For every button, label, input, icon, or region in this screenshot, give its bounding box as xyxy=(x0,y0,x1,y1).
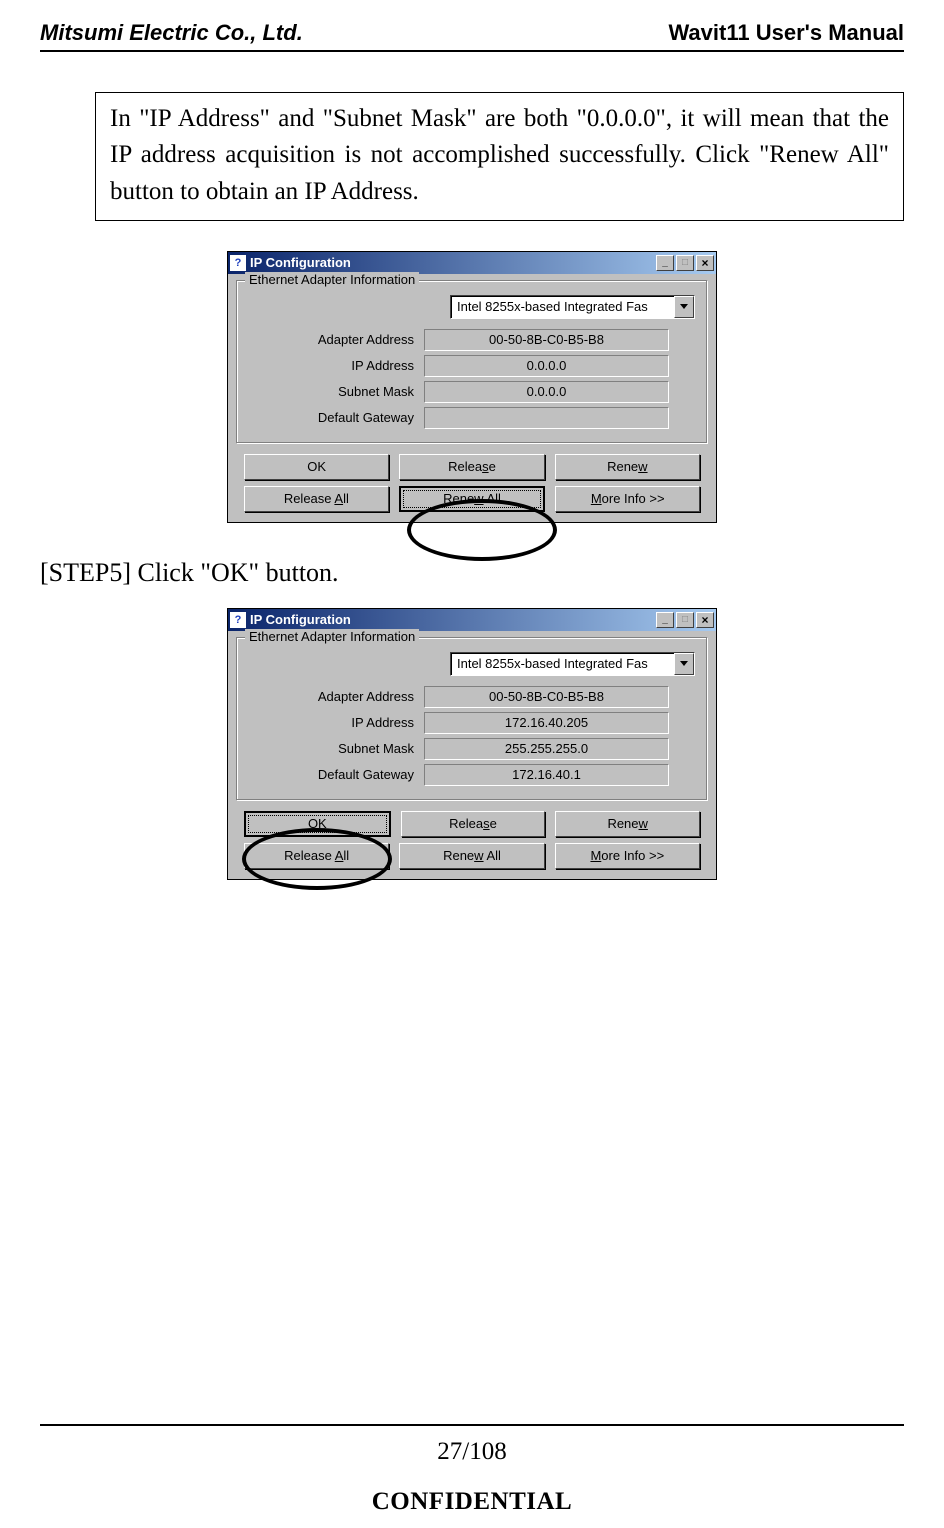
ip-config-dialog-2: IP Configuration _ □ × Ethernet Adapter … xyxy=(227,608,717,880)
release-all-button[interactable]: Release All xyxy=(244,486,389,512)
release-button[interactable]: Release xyxy=(401,811,546,837)
step5-text: [STEP5] Click "OK" button. xyxy=(40,558,904,588)
value-ip-address: 172.16.40.205 xyxy=(424,712,669,734)
adapter-info-group: Ethernet Adapter Information Intel 8255x… xyxy=(236,280,708,444)
app-icon xyxy=(230,612,246,628)
page-number: 27/108 xyxy=(0,1438,944,1466)
renew-button[interactable]: Renew xyxy=(555,454,700,480)
more-info-button[interactable]: More Info >> xyxy=(555,843,700,869)
release-button[interactable]: Release xyxy=(399,454,544,480)
value-default-gateway: 172.16.40.1 xyxy=(424,764,669,786)
warning-block: In "IP Address" and "Subnet Mask" are bo… xyxy=(40,92,904,221)
value-adapter-address: 00-50-8B-C0-B5-B8 xyxy=(424,686,669,708)
ok-button[interactable]: OK xyxy=(244,454,389,480)
value-subnet-mask: 255.255.255.0 xyxy=(424,738,669,760)
minimize-button[interactable]: _ xyxy=(656,255,674,271)
close-button[interactable]: × xyxy=(696,255,714,271)
renew-button[interactable]: Renew xyxy=(555,811,700,837)
label-subnet-mask: Subnet Mask xyxy=(249,741,424,756)
app-icon xyxy=(230,255,246,271)
header-company: Mitsumi Electric Co., Ltd. xyxy=(40,20,303,46)
label-ip-address: IP Address xyxy=(249,358,424,373)
titlebar: IP Configuration _ □ × xyxy=(228,609,716,631)
warning-text: In "IP Address" and "Subnet Mask" are bo… xyxy=(95,92,904,221)
label-subnet-mask: Subnet Mask xyxy=(249,384,424,399)
value-default-gateway xyxy=(424,407,669,429)
page-header: Mitsumi Electric Co., Ltd. Wavit11 User'… xyxy=(40,20,904,52)
group-legend: Ethernet Adapter Information xyxy=(245,629,419,644)
chevron-down-icon[interactable] xyxy=(674,296,694,318)
screenshot-2: IP Configuration _ □ × Ethernet Adapter … xyxy=(40,608,904,880)
renew-all-button[interactable]: Renew All xyxy=(399,486,546,512)
ip-config-dialog-1: IP Configuration _ □ × Ethernet Adapter … xyxy=(227,251,717,523)
adapter-select-value: Intel 8255x-based Integrated Fas xyxy=(451,656,674,671)
ok-button[interactable]: OK xyxy=(244,811,391,837)
adapter-select[interactable]: Intel 8255x-based Integrated Fas xyxy=(450,295,695,319)
screenshot-1: IP Configuration _ □ × Ethernet Adapter … xyxy=(40,251,904,523)
more-info-button[interactable]: More Info >> xyxy=(555,486,700,512)
value-adapter-address: 00-50-8B-C0-B5-B8 xyxy=(424,329,669,351)
minimize-button[interactable]: _ xyxy=(656,612,674,628)
header-manual: Wavit11 User's Manual xyxy=(668,20,904,46)
close-button[interactable]: × xyxy=(696,612,714,628)
value-subnet-mask: 0.0.0.0 xyxy=(424,381,669,403)
titlebar: IP Configuration _ □ × xyxy=(228,252,716,274)
release-all-button[interactable]: Release All xyxy=(244,843,389,869)
label-default-gateway: Default Gateway xyxy=(249,410,424,425)
adapter-select[interactable]: Intel 8255x-based Integrated Fas xyxy=(450,652,695,676)
value-ip-address: 0.0.0.0 xyxy=(424,355,669,377)
label-default-gateway: Default Gateway xyxy=(249,767,424,782)
confidential-label: CONFIDENTIAL xyxy=(0,1488,944,1516)
group-legend: Ethernet Adapter Information xyxy=(245,272,419,287)
chevron-down-icon[interactable] xyxy=(674,653,694,675)
adapter-select-value: Intel 8255x-based Integrated Fas xyxy=(451,299,674,314)
adapter-info-group: Ethernet Adapter Information Intel 8255x… xyxy=(236,637,708,801)
page-footer: 27/108 CONFIDENTIAL xyxy=(0,1424,944,1516)
window-title: IP Configuration xyxy=(250,255,351,270)
label-adapter-address: Adapter Address xyxy=(249,332,424,347)
maximize-button: □ xyxy=(676,255,694,271)
maximize-button: □ xyxy=(676,612,694,628)
window-title: IP Configuration xyxy=(250,612,351,627)
label-adapter-address: Adapter Address xyxy=(249,689,424,704)
renew-all-button[interactable]: Renew All xyxy=(399,843,544,869)
label-ip-address: IP Address xyxy=(249,715,424,730)
